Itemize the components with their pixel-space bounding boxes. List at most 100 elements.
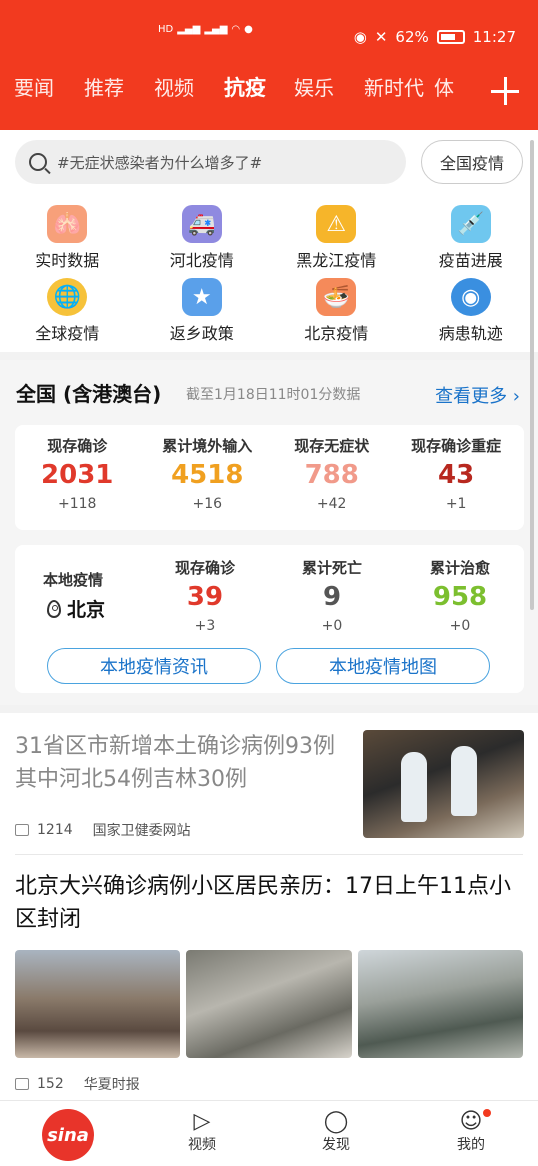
tab-new-era[interactable]: 新时代 bbox=[364, 72, 434, 102]
news-title[interactable]: 北京大兴确诊病例小区居民亲历：17日上午11点小区封闭 bbox=[15, 870, 520, 936]
city-name: 北京 bbox=[67, 599, 106, 621]
stat-severe: 现存确诊重症 43 +1 bbox=[388, 425, 524, 530]
stat-value: 788 bbox=[304, 460, 359, 490]
battery-percent: 62% bbox=[395, 28, 429, 46]
quick-link-heilongjiang[interactable]: ⚠ 黑龙江疫情 bbox=[269, 205, 404, 278]
nav-discover[interactable]: ◯ 发现 bbox=[306, 1109, 366, 1154]
ambulance-icon: 🚑 bbox=[181, 205, 222, 243]
stat-value: 39 bbox=[186, 582, 224, 612]
stat-label: 现存确诊重症 bbox=[411, 437, 502, 455]
tab-anti-epidemic[interactable]: 抗疫 bbox=[224, 72, 294, 102]
signal-icon-2: ▂▄▆ bbox=[204, 24, 228, 35]
stat-delta: +118 bbox=[57, 496, 97, 512]
quick-links-grid: 🫁 实时数据 🚑 河北疫情 ⚠ 黑龙江疫情 💉 疫苗进展 🌐 全球疫情 ★ 返乡… bbox=[0, 205, 538, 350]
quick-link-hebei[interactable]: 🚑 河北疫情 bbox=[135, 205, 270, 278]
local-epidemic-card: 本地疫情 北京 现存确诊 39 +3 累计死亡 9 +0 累计治愈 958 +0… bbox=[15, 545, 524, 693]
section-divider bbox=[0, 352, 538, 360]
tab-video[interactable]: 视频 bbox=[154, 72, 224, 102]
stat-delta: +0 bbox=[449, 618, 471, 634]
quick-link-global[interactable]: 🌐 全球疫情 bbox=[0, 278, 135, 351]
signal-icon: ▂▄▆ bbox=[177, 24, 201, 35]
stat-value: 2031 bbox=[41, 460, 114, 490]
local-info-button[interactable]: 本地疫情资讯 bbox=[47, 648, 261, 684]
news-thumbnail bbox=[363, 730, 524, 838]
tab-recommend[interactable]: 推荐 bbox=[84, 72, 154, 102]
quick-link-label: 河北疫情 bbox=[169, 251, 234, 270]
local-map-button[interactable]: 本地疫情地图 bbox=[276, 648, 490, 684]
comment-icon bbox=[15, 1078, 29, 1090]
section-divider bbox=[0, 705, 538, 713]
stat-current-confirmed: 现存确诊 2031 +118 bbox=[15, 425, 139, 530]
stat-label: 累计境外输入 bbox=[162, 437, 253, 455]
quick-link-return-policy[interactable]: ★ 返乡政策 bbox=[135, 278, 270, 351]
news-meta: 1214 国家卫健委网站 bbox=[15, 820, 191, 840]
news-item[interactable]: 31省区市新增本土确诊病例93例 其中河北54例吉林30例 1214 国家卫健委… bbox=[15, 730, 524, 850]
quick-link-label: 返乡政策 bbox=[169, 324, 234, 343]
app-header: HD ▂▄▆ ▂▄▆ ◠ ● ◉ ✕ 62% 11:27 要闻 推荐 视频 抗疫… bbox=[0, 0, 538, 130]
mute-icon: ✕ bbox=[374, 28, 388, 46]
ppe-worker-figure bbox=[401, 752, 427, 822]
news-image-strip bbox=[15, 950, 523, 1058]
comment-count: 1214 bbox=[37, 822, 73, 838]
scrollbar[interactable] bbox=[530, 140, 534, 610]
nav-video[interactable]: ▷ 视频 bbox=[172, 1109, 232, 1154]
notification-icon: ● bbox=[244, 24, 253, 35]
nav-label: 我的 bbox=[457, 1137, 485, 1153]
syringe-icon: 💉 bbox=[450, 205, 491, 243]
noodle-bowl-icon: 🍜 bbox=[316, 278, 357, 316]
news-title: 31省区市新增本土确诊病例93例 其中河北54例吉林30例 bbox=[15, 734, 335, 792]
tab-entertainment[interactable]: 娱乐 bbox=[294, 72, 364, 102]
policy-search-icon: ★ bbox=[181, 278, 222, 316]
news-separator bbox=[15, 854, 523, 855]
local-stat-deaths: 累计死亡 9 +0 bbox=[282, 557, 382, 634]
signal-indicators: HD ▂▄▆ ▂▄▆ ◠ ● bbox=[158, 24, 253, 35]
comment-count: 152 bbox=[37, 1076, 64, 1092]
search-input[interactable]: #无症状感染者为什么增多了# bbox=[15, 140, 406, 184]
sina-logo-icon[interactable]: sina bbox=[42, 1109, 94, 1161]
national-epidemic-button[interactable]: 全国疫情 bbox=[421, 140, 523, 184]
comment-icon bbox=[15, 824, 29, 836]
quick-link-beijing[interactable]: 🍜 北京疫情 bbox=[269, 278, 404, 351]
national-title: 全国 (含港澳台) bbox=[16, 382, 162, 406]
eye-icon: ◉ bbox=[353, 28, 367, 46]
quick-link-label: 全球疫情 bbox=[35, 324, 100, 343]
warning-icon: ⚠ bbox=[316, 205, 357, 243]
news-source: 华夏时报 bbox=[83, 1077, 140, 1093]
status-right: ◉ ✕ 62% 11:27 bbox=[354, 28, 516, 46]
local-city[interactable]: 北京 bbox=[47, 595, 105, 622]
tab-news[interactable]: 要闻 bbox=[14, 72, 84, 102]
national-stats: 现存确诊 2031 +118 累计境外输入 4518 +16 现存无症状 788… bbox=[15, 425, 524, 530]
local-label: 本地疫情 bbox=[43, 571, 104, 589]
stat-imported: 累计境外输入 4518 +16 bbox=[139, 425, 275, 530]
location-track-icon: ◉ bbox=[450, 278, 491, 316]
quick-link-label: 实时数据 bbox=[35, 251, 100, 270]
tab-sports[interactable]: 体 bbox=[434, 72, 478, 102]
news-thumbnail bbox=[186, 950, 352, 1058]
news-thumbnail bbox=[357, 950, 523, 1058]
stat-value: 9 bbox=[322, 582, 342, 612]
stat-value: 4518 bbox=[171, 460, 244, 490]
stat-delta: +0 bbox=[321, 618, 343, 634]
hd-badge: HD bbox=[158, 24, 174, 35]
wifi-icon: ◠ bbox=[231, 24, 241, 35]
nav-label: 发现 bbox=[322, 1137, 350, 1153]
quick-link-patient-track[interactable]: ◉ 病患轨迹 bbox=[404, 278, 538, 351]
quick-link-realtime-data[interactable]: 🫁 实时数据 bbox=[0, 205, 135, 278]
add-channel-icon[interactable] bbox=[490, 76, 520, 106]
local-stat-confirmed: 现存确诊 39 +3 bbox=[155, 557, 255, 634]
stat-delta: +3 bbox=[194, 618, 216, 634]
globe-icon: 🌐 bbox=[47, 278, 88, 316]
clock: 11:27 bbox=[472, 28, 516, 46]
lungs-icon: 🫁 bbox=[47, 205, 88, 243]
see-more-link[interactable]: 查看更多 › bbox=[435, 382, 520, 408]
stat-asymptomatic: 现存无症状 788 +42 bbox=[275, 425, 388, 530]
video-icon: ▷ bbox=[193, 1109, 211, 1134]
nav-mine[interactable]: ☺ 我的 bbox=[441, 1109, 501, 1154]
quick-link-vaccine[interactable]: 💉 疫苗进展 bbox=[404, 205, 538, 278]
quick-link-label: 疫苗进展 bbox=[438, 251, 503, 270]
bottom-navigation: sina ▷ 视频 ◯ 发现 ☺ 我的 bbox=[0, 1100, 538, 1166]
stat-label: 累计死亡 bbox=[301, 559, 362, 577]
search-row: #无症状感染者为什么增多了# 全国疫情 bbox=[15, 140, 523, 184]
user-icon: ☺ bbox=[459, 1109, 483, 1134]
notification-dot bbox=[483, 1109, 491, 1117]
